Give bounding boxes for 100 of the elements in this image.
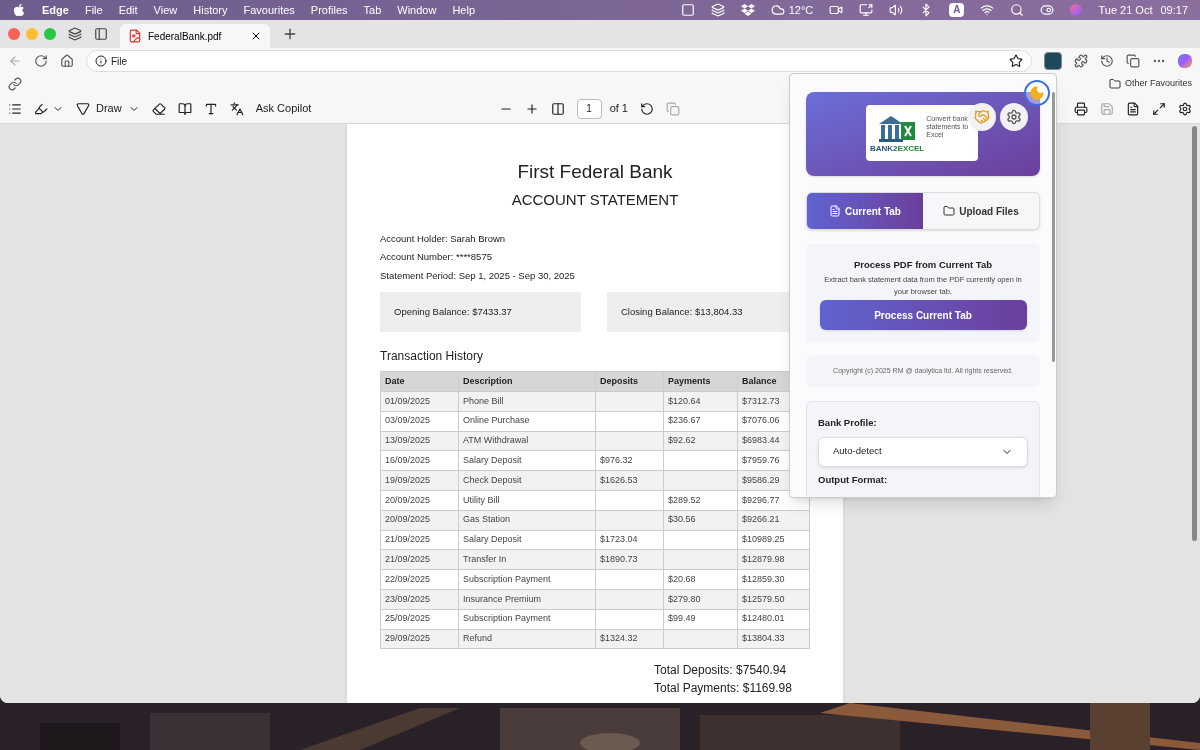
volume-icon[interactable] [889, 3, 904, 17]
scrollbar-thumb[interactable] [1192, 126, 1197, 541]
menu-item[interactable]: Edit [118, 1, 138, 19]
input-source[interactable]: A [949, 3, 965, 17]
read-aloud-icon[interactable] [203, 101, 218, 116]
moon-icon [1029, 85, 1045, 101]
extensions-icon[interactable] [1074, 54, 1088, 68]
table-cell: 21/09/2025 [380, 530, 459, 550]
table-cell: Gas Station [458, 510, 596, 531]
sidebar-icon[interactable] [94, 27, 108, 41]
table-cell: $289.52 [663, 490, 738, 511]
square-icon[interactable] [680, 3, 695, 17]
table-cell: $9266.21 [737, 510, 810, 531]
section-title: Transaction History [380, 348, 484, 365]
favourite-icon [1009, 54, 1023, 68]
eraser-icon[interactable] [151, 101, 166, 116]
table-cell: $120.64 [663, 391, 738, 412]
cloud-icon[interactable] [770, 3, 785, 17]
table-cell: $1723.04 [595, 530, 664, 550]
mode-tab[interactable]: Current Tab [807, 193, 923, 229]
table-cell: $12879.98 [737, 549, 810, 570]
extension-icon[interactable] [1044, 52, 1062, 70]
menu-item[interactable]: Profiles [310, 1, 348, 19]
history-icon[interactable] [1100, 54, 1114, 68]
settings-icon[interactable] [1178, 101, 1192, 116]
book-icon[interactable] [177, 101, 192, 116]
handshake-button[interactable] [968, 103, 996, 131]
link-icon[interactable] [8, 77, 22, 91]
scrollbar-thumb[interactable] [1052, 92, 1055, 362]
total-line: Total Payments: $1169.98 [654, 681, 793, 697]
menu-item[interactable]: Tab [363, 1, 382, 19]
list-icon[interactable] [8, 101, 22, 116]
mode-tab[interactable]: Upload Files [923, 193, 1039, 229]
screen-icon[interactable] [859, 3, 874, 17]
menu-item[interactable]: File [84, 1, 103, 19]
layers-icon[interactable] [710, 3, 725, 17]
menu-item[interactable]: Window [397, 1, 437, 19]
menu-item[interactable]: View [153, 1, 178, 19]
column-header: Date [380, 371, 459, 392]
address-bar[interactable]: File [86, 50, 1032, 72]
copilot-icon[interactable] [1178, 54, 1192, 68]
control-center-icon[interactable] [1040, 3, 1055, 17]
video-icon[interactable] [829, 3, 844, 17]
table-cell: 19/09/2025 [380, 470, 459, 491]
home-icon[interactable] [60, 54, 74, 68]
collections-icon[interactable] [1126, 54, 1140, 68]
column-header: Description [458, 371, 596, 392]
process-button[interactable]: Process Current Tab [819, 300, 1027, 331]
menu-item[interactable]: Favourites [243, 1, 295, 19]
workspaces-icon[interactable] [68, 27, 82, 41]
table-cell: $92.62 [663, 431, 738, 451]
menu-item[interactable]: History [193, 1, 228, 19]
reload-icon[interactable] [34, 54, 48, 68]
panel-title: Process PDF from Current Tab [853, 258, 993, 272]
table-cell: $12579.50 [737, 589, 810, 610]
menu-date[interactable]: Tue 21 Oct [1098, 1, 1153, 19]
table-cell: $20.68 [663, 569, 738, 590]
table-cell: $236.67 [663, 411, 738, 432]
table-cell: Online Purchase [458, 411, 596, 432]
highlighter-icon[interactable] [34, 101, 48, 116]
close-icon[interactable] [250, 30, 262, 42]
ask-copilot-button[interactable]: Ask Copilot [255, 100, 312, 117]
search-icon[interactable] [1010, 3, 1025, 17]
menu-time[interactable]: 09:17 [1160, 1, 1188, 19]
browser-tab[interactable]: FederalBank.pdf [120, 24, 270, 48]
balance-box: Opening Balance: $7433.37 [380, 292, 581, 332]
table-cell: Salary Deposit [458, 530, 596, 550]
table-cell: $1626.53 [595, 470, 664, 491]
account-info: Account Holder: Sarah Brown [380, 231, 507, 246]
rotate-icon[interactable] [640, 101, 654, 116]
favourites-folder[interactable]: Other Favourites [1108, 77, 1192, 91]
table-cell: $12480.01 [737, 609, 810, 630]
bank-profile-select[interactable]: Auto-detect [818, 436, 1028, 467]
settings-button[interactable] [1000, 103, 1028, 131]
page-field[interactable]: 1 [576, 98, 602, 119]
weather-text[interactable]: 12°C [788, 1, 814, 19]
menu-item[interactable]: Help [452, 1, 476, 19]
save-as-icon[interactable] [1126, 101, 1140, 116]
print-icon[interactable] [1074, 101, 1088, 116]
wifi-icon[interactable] [980, 3, 995, 17]
theme-toggle[interactable] [1024, 80, 1050, 106]
fullscreen-icon[interactable] [1152, 101, 1166, 116]
table-cell: 16/09/2025 [380, 450, 459, 471]
fit-page-icon[interactable] [550, 101, 565, 116]
handshake-icon [974, 109, 990, 125]
output-format-label: Output Format: [818, 472, 889, 487]
table-cell: 29/09/2025 [380, 629, 459, 649]
table-cell: $12859.30 [737, 569, 810, 590]
table-cell: 22/09/2025 [380, 569, 459, 590]
account-info: Account Number: ****8575 [380, 250, 493, 264]
translate-icon[interactable] [229, 101, 244, 116]
new-tab-icon[interactable] [282, 26, 298, 42]
table-cell: Salary Deposit [458, 450, 596, 471]
account-info: Statement Period: Sep 1, 2025 - Sep 30, 2025 [380, 268, 576, 283]
apple-icon[interactable] [12, 3, 26, 17]
app-menu[interactable]: Edge [42, 1, 69, 19]
draw-button[interactable]: Draw [76, 100, 140, 117]
table-cell: Utility Bill [458, 490, 596, 511]
dropbox-icon[interactable] [740, 3, 755, 17]
zoom-in-icon[interactable] [524, 101, 539, 116]
